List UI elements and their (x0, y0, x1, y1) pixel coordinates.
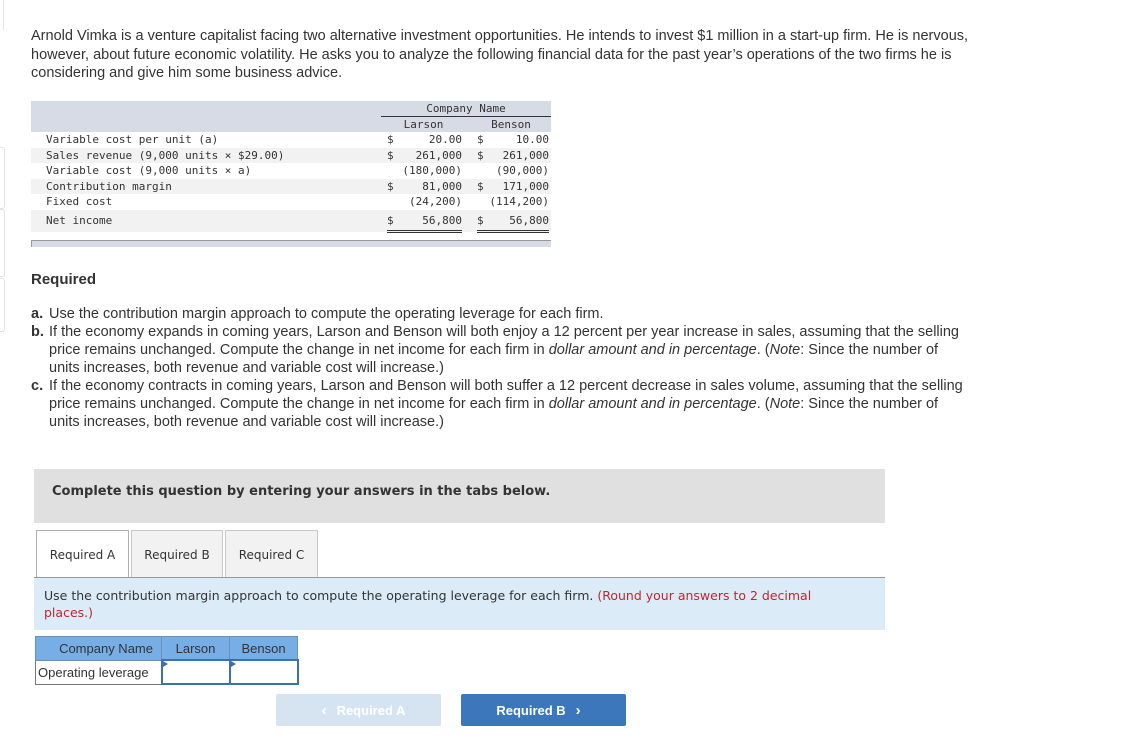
larson-leverage-cell[interactable] (160, 659, 231, 685)
table-row: Contribution margin $81,000 $171,000 (31, 178, 551, 194)
item-letter: c. (31, 378, 44, 394)
chevron-left-icon: ‹ (321, 701, 327, 719)
required-item-a: a. Use the contribution margin approach … (31, 305, 971, 323)
benson-operating-leverage-input[interactable] (230, 662, 295, 682)
input-marker-icon (162, 661, 168, 667)
larson-header: Larson (161, 636, 230, 661)
benson-leverage-cell[interactable] (228, 659, 299, 685)
chevron-right-icon: › (575, 701, 581, 719)
side-panel-tab[interactable] (0, 209, 5, 277)
item-text: If the economy expands in coming years, … (49, 324, 959, 376)
required-heading: Required (31, 271, 97, 288)
required-list: a. Use the contribution margin approach … (31, 305, 971, 431)
larson-value: $261,000 (387, 148, 462, 162)
problem-intro: Arnold Vimka is a venture capitalist fac… (31, 28, 969, 81)
answer-table: Company Name Larson Benson Operating lev… (35, 636, 299, 685)
row-label: Contribution margin (46, 179, 172, 193)
financial-table-header: Company Name Larson Benson (31, 101, 551, 132)
table-footer (31, 239, 551, 247)
table-row: Variable cost (9,000 units × a) (180,000… (31, 163, 551, 180)
instruction-banner: Complete this question by entering your … (34, 469, 885, 523)
input-marker-icon (230, 661, 236, 667)
tab-required-c[interactable]: Required C (225, 530, 318, 578)
row-label: Variable cost (9,000 units × a) (46, 164, 252, 177)
side-panel-tab[interactable] (0, 278, 5, 332)
benson-value: $10.00 (477, 132, 549, 149)
company-name-header: Company Name (35, 636, 162, 661)
left-rail (0, 0, 4, 30)
company-name-header: Company Name (381, 102, 551, 117)
next-required-b-button[interactable]: Required B › (461, 694, 626, 726)
instruction-text: Complete this question by entering your … (52, 484, 551, 499)
required-item-c: c. If the economy contracts in coming ye… (31, 377, 971, 431)
larson-value: (180,000) (387, 163, 462, 180)
required-item-b: b. If the economy expands in coming year… (31, 323, 971, 377)
tab-required-b[interactable]: Required B (131, 530, 223, 578)
table-row: Operating leverage (35, 659, 299, 685)
larson-value: $56,800 (387, 210, 462, 233)
side-panel-tab[interactable] (0, 147, 5, 209)
item-letter: b. (31, 324, 44, 340)
table-row: Fixed cost (24,200) (114,200) (31, 194, 551, 211)
row-label: Variable cost per unit (a) (46, 133, 219, 146)
benson-value: (90,000) (477, 163, 549, 180)
prompt-text: Use the contribution margin approach to … (44, 588, 594, 603)
tab-required-a[interactable]: Required A (36, 530, 129, 579)
next-button-label: Required B (496, 702, 566, 718)
table-row: Sales revenue (9,000 units × $29.00) $26… (31, 147, 551, 163)
item-letter: a. (31, 306, 44, 322)
item-text: Use the contribution margin approach to … (49, 306, 604, 322)
tab-bar: Required A Required B Required C (36, 530, 320, 579)
row-label: Fixed cost (46, 195, 113, 208)
larson-header: Larson (403, 118, 444, 131)
benson-header: Benson (229, 636, 298, 661)
financial-data-table: Company Name Larson Benson Variable cost… (31, 101, 551, 247)
answer-header-row: Company Name Larson Benson (35, 636, 298, 661)
row-label: Net income (46, 213, 113, 227)
row-label: Sales revenue (9,000 units × $29.00) (46, 148, 285, 162)
benson-header: Benson (491, 118, 531, 131)
table-row: Net income $56,800 $56,800 (31, 209, 551, 233)
prev-button-label: Required A (336, 702, 406, 718)
benson-value: $261,000 (477, 148, 549, 162)
table-row: Variable cost per unit (a) $20.00 $10.00 (31, 132, 551, 149)
benson-value: $56,800 (477, 210, 549, 233)
benson-value: (114,200) (477, 194, 549, 211)
prev-required-a-button[interactable]: ‹ Required A (276, 694, 441, 726)
larson-value: (24,200) (387, 194, 462, 211)
item-text: If the economy contracts in coming years… (49, 378, 963, 430)
benson-value: $171,000 (477, 179, 549, 193)
tab-prompt: Use the contribution margin approach to … (34, 578, 885, 630)
row-label: Operating leverage (35, 659, 162, 685)
larson-operating-leverage-input[interactable] (162, 662, 227, 682)
larson-value: $81,000 (387, 179, 462, 193)
larson-value: $20.00 (387, 132, 462, 149)
